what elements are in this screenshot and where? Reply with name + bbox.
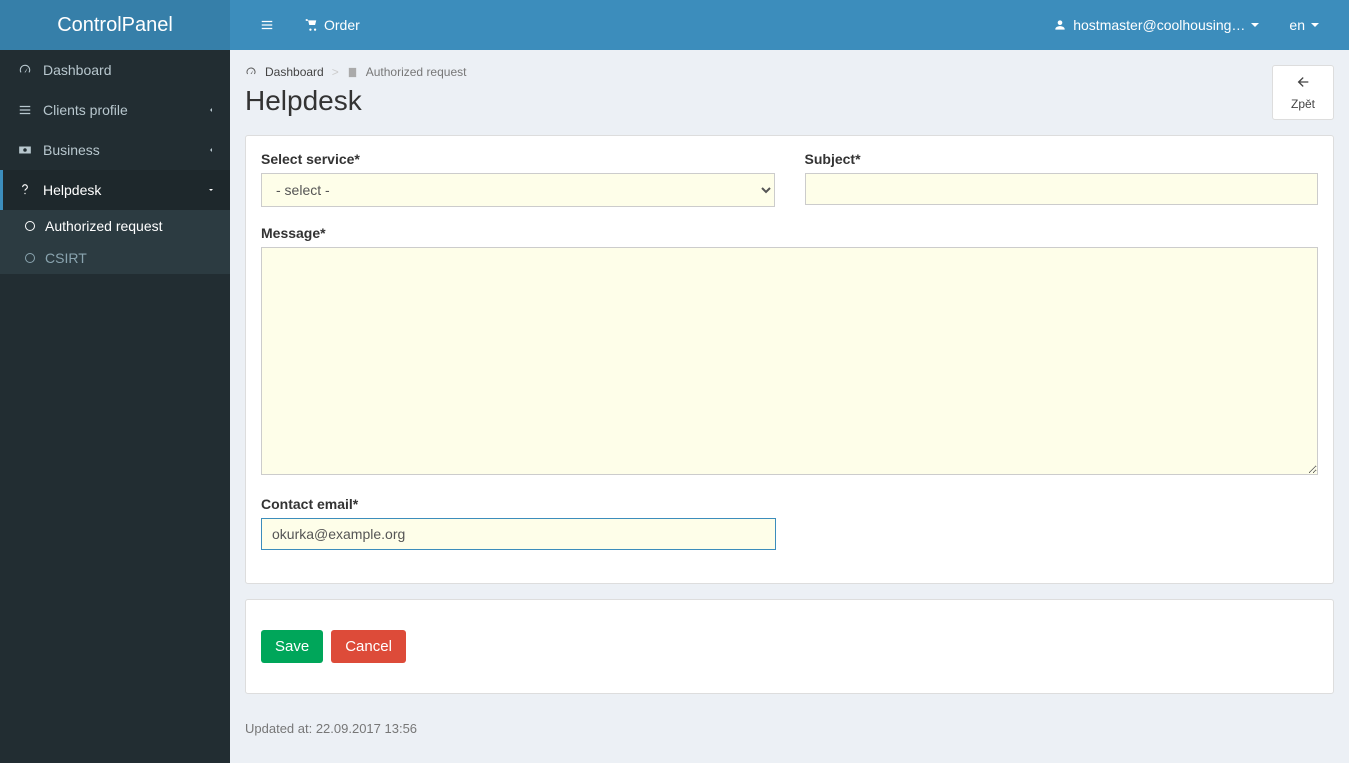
circle-icon <box>25 221 35 231</box>
subject-label: Subject* <box>805 151 1319 167</box>
sidebar: ControlPanel Dashboard Clients profile <box>0 0 230 763</box>
lang-menu[interactable]: en <box>1274 7 1334 43</box>
chevron-left-icon <box>207 106 215 114</box>
circle-icon <box>25 253 35 263</box>
order-link[interactable]: Order <box>289 7 375 43</box>
email-label: Contact email* <box>261 496 776 512</box>
sidebar-subitem-csirt[interactable]: CSIRT <box>0 242 230 274</box>
arrow-left-icon <box>1291 74 1315 95</box>
sidebar-item-label: Dashboard <box>43 62 112 78</box>
cart-icon <box>304 18 318 32</box>
lang-label: en <box>1289 17 1305 33</box>
sidebar-item-dashboard[interactable]: Dashboard <box>0 50 230 90</box>
footer-updated: Updated at: 22.09.2017 13:56 <box>245 709 1334 748</box>
sidebar-item-helpdesk[interactable]: Helpdesk <box>0 170 230 210</box>
bars-icon <box>260 18 274 32</box>
sidebar-item-business[interactable]: Business <box>0 130 230 170</box>
caret-down-icon <box>1251 23 1259 27</box>
sidebar-subitem-label: Authorized request <box>45 218 163 234</box>
order-label: Order <box>324 17 360 33</box>
page-title: Helpdesk <box>245 85 466 117</box>
tachometer-icon <box>15 63 35 77</box>
sidebar-item-label: Clients profile <box>43 102 128 118</box>
sidebar-item-label: Business <box>43 142 100 158</box>
sidebar-item-label: Helpdesk <box>43 182 101 198</box>
user-display: hostmaster@coolhousing… <box>1073 17 1245 33</box>
sidebar-subitem-authorized-request[interactable]: Authorized request <box>0 210 230 242</box>
cancel-button[interactable]: Cancel <box>331 630 406 663</box>
user-icon <box>1053 18 1067 32</box>
caret-down-icon <box>1311 23 1319 27</box>
breadcrumb-root[interactable]: Dashboard <box>265 65 324 79</box>
message-label: Message* <box>261 225 1318 241</box>
tachometer-icon <box>245 66 257 78</box>
actions-box: Save Cancel <box>245 599 1334 694</box>
building-icon <box>347 67 358 78</box>
service-select[interactable]: - select - <box>261 173 775 207</box>
question-icon <box>15 183 35 197</box>
chevron-left-icon <box>207 146 215 154</box>
breadcrumb-separator: > <box>332 65 339 79</box>
service-label: Select service* <box>261 151 775 167</box>
back-button[interactable]: Zpět <box>1272 65 1334 120</box>
sidebar-toggle-button[interactable] <box>245 8 289 42</box>
form-box: Select service* - select - Subject* Mess… <box>245 135 1334 584</box>
breadcrumb-current: Authorized request <box>366 65 467 79</box>
breadcrumb: Dashboard > Authorized request <box>245 65 466 79</box>
save-button[interactable]: Save <box>261 630 323 663</box>
sidebar-item-clients-profile[interactable]: Clients profile <box>0 90 230 130</box>
sidebar-subitem-label: CSIRT <box>45 250 87 266</box>
message-textarea[interactable] <box>261 247 1318 475</box>
topbar: Order hostmaster@coolhousing… en <box>230 0 1349 50</box>
subject-input[interactable] <box>805 173 1319 205</box>
brand-logo[interactable]: ControlPanel <box>0 0 230 50</box>
chevron-down-icon <box>207 186 215 194</box>
list-icon <box>15 103 35 117</box>
back-label: Zpět <box>1291 97 1315 111</box>
money-icon <box>15 143 35 157</box>
email-input[interactable] <box>261 518 776 550</box>
user-menu[interactable]: hostmaster@coolhousing… <box>1038 7 1274 43</box>
